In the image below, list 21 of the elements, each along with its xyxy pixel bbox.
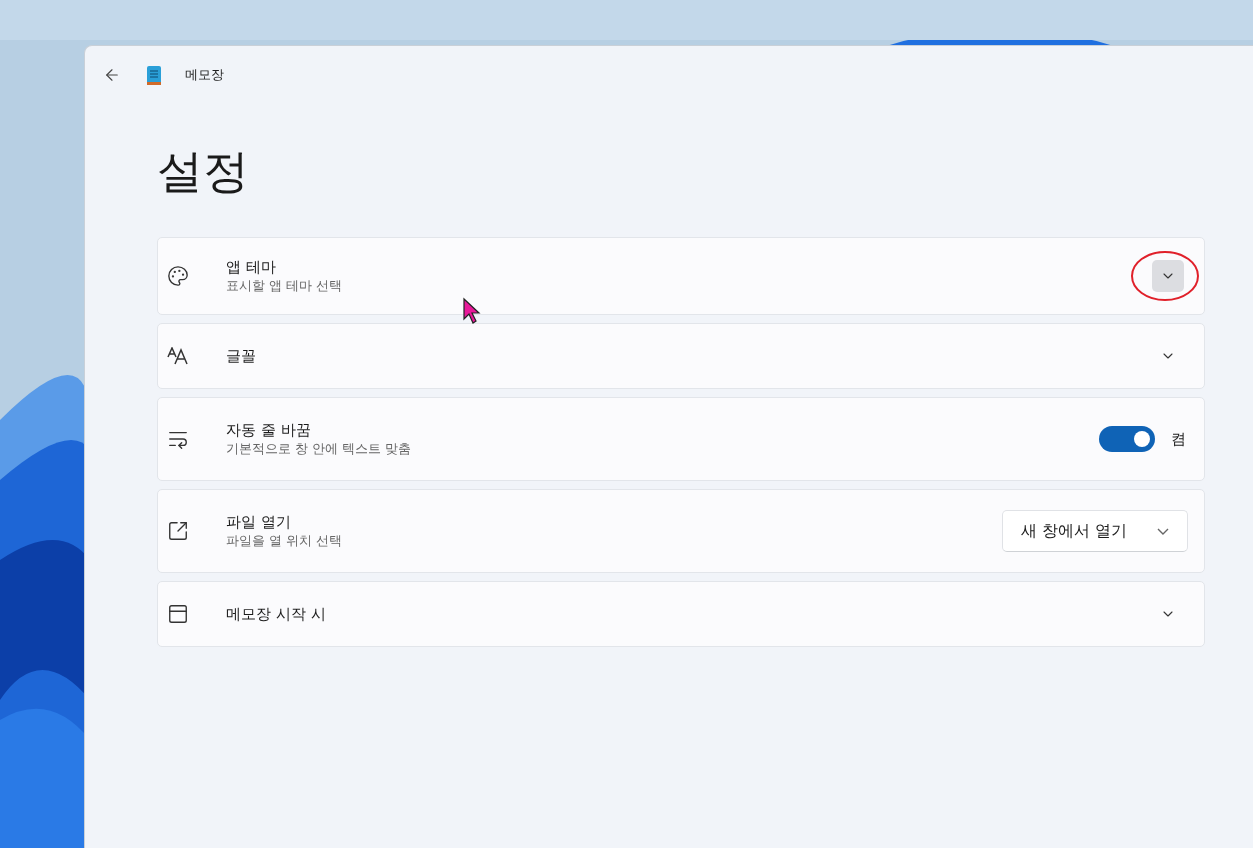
setting-description: 파일을 열 위치 선택: [226, 532, 343, 550]
window-icon: [167, 603, 189, 626]
page-title: 설정: [157, 144, 250, 200]
expand-button[interactable]: [1152, 260, 1184, 293]
toggle-state-label: 켬: [1171, 429, 1186, 449]
pointer-icon: [462, 297, 482, 325]
dropdown[interactable]: 새 창에서 열기: [1001, 510, 1188, 553]
toggle-switch[interactable]: [1099, 426, 1155, 453]
palette-icon: [167, 265, 189, 288]
setting-title: 글꼴: [226, 346, 257, 366]
setting-title: 메모장 시작 시: [226, 604, 327, 624]
font-size-icon: [167, 347, 189, 366]
setting-description: 기본적으로 창 안에 텍스트 맞춤: [226, 440, 412, 458]
setting-title: 앱 테마: [226, 257, 277, 277]
setting-title: 파일 열기: [226, 512, 292, 532]
chevron-down-icon: [1157, 527, 1169, 535]
notepad-icon: [145, 64, 163, 86]
setting-description: 표시할 앱 테마 선택: [226, 277, 343, 295]
setting-title: 자동 줄 바꿈: [226, 420, 312, 440]
open-window-icon: [167, 520, 189, 543]
window-title: 메모장: [185, 66, 224, 84]
